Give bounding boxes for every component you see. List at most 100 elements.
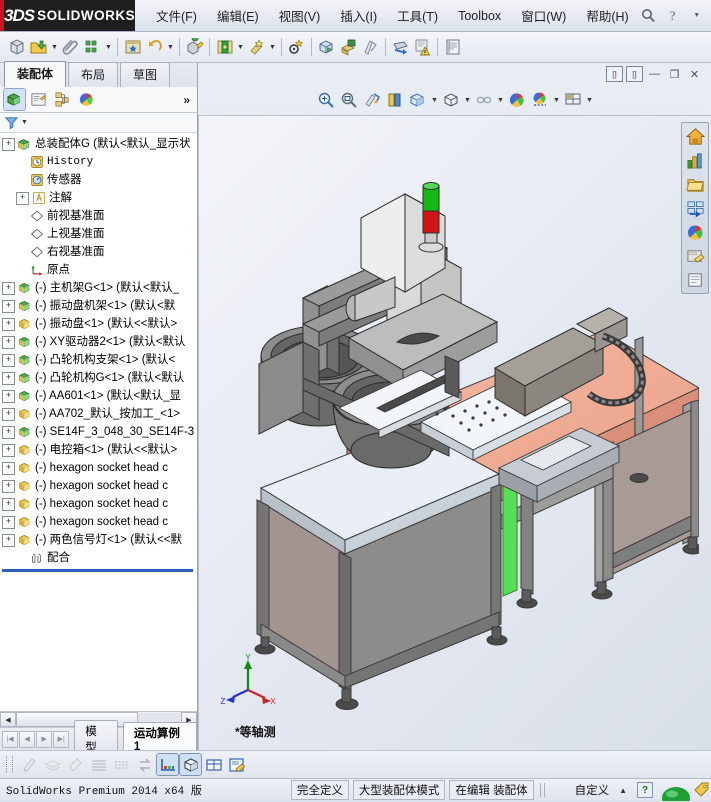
tree-item[interactable]: + (-) hexagon socket head c bbox=[0, 459, 197, 477]
smart-fasteners-icon[interactable] bbox=[286, 37, 307, 58]
open-document-icon[interactable] bbox=[28, 37, 49, 58]
tree-item[interactable]: + (-) 电控箱<1> (默认<<默认> bbox=[0, 441, 197, 459]
menu-file[interactable]: 文件(F) bbox=[147, 2, 206, 29]
layers-icon[interactable] bbox=[42, 754, 63, 775]
view-palette-icon[interactable] bbox=[684, 221, 706, 243]
expand-toggle[interactable]: + bbox=[16, 191, 29, 205]
view-orientation-caret[interactable]: ▼ bbox=[430, 90, 439, 110]
tree-item[interactable]: + (-) hexagon socket head c bbox=[0, 495, 197, 513]
expand-toggle[interactable]: + bbox=[2, 461, 15, 475]
display-style-caret[interactable]: ▼ bbox=[463, 90, 472, 110]
status-up-arrow-icon[interactable]: ▲ bbox=[619, 786, 627, 795]
graphics-viewport[interactable]: Y X Z *等轴测 bbox=[198, 115, 711, 750]
tab-layout[interactable]: 布局 bbox=[68, 62, 119, 87]
status-customize[interactable]: 自定义 bbox=[575, 782, 610, 798]
tree-root-assembly[interactable]: + 总装配体G (默认<默认_显示状 bbox=[0, 135, 197, 153]
insert-component-icon[interactable] bbox=[214, 37, 235, 58]
open-document-caret[interactable]: ▼ bbox=[50, 37, 59, 57]
bom-icon[interactable] bbox=[442, 37, 463, 58]
filter-icon[interactable] bbox=[5, 116, 18, 129]
view-settings-caret[interactable]: ▼ bbox=[552, 90, 561, 110]
tree-item[interactable]: + (-) AA601<1> (默认<默认_显 bbox=[0, 387, 197, 405]
search-icon[interactable] bbox=[638, 5, 660, 27]
tree-item[interactable]: + (-) 主机架G<1> (默认<默认_ bbox=[0, 279, 197, 297]
expand-toggle[interactable]: + bbox=[2, 425, 15, 439]
expand-toggle[interactable]: + bbox=[2, 515, 15, 529]
restore-window-icon[interactable]: ❐ bbox=[666, 67, 683, 82]
tree-item[interactable]: + (-) SE14F_3_048_30_SE14F-3 bbox=[0, 423, 197, 441]
hide-show-caret[interactable]: ▼ bbox=[496, 90, 505, 110]
rebuild-icon[interactable] bbox=[82, 37, 103, 58]
tree-item[interactable]: History bbox=[0, 153, 197, 171]
tab-assembly[interactable]: 装配体 bbox=[4, 61, 67, 87]
restore-doc2-icon[interactable]: [] bbox=[626, 66, 643, 82]
appearances-scenes-icon[interactable] bbox=[684, 245, 706, 267]
tag-icon[interactable] bbox=[693, 781, 711, 799]
expand-toggle[interactable]: + bbox=[2, 137, 15, 151]
tree-item[interactable]: + (-) AA702_默认_按加工_<1> bbox=[0, 405, 197, 423]
rebuild-caret[interactable]: ▼ bbox=[104, 37, 113, 57]
tree-item[interactable]: 右视基准面 bbox=[0, 243, 197, 261]
zoom-to-fit-icon[interactable] bbox=[315, 89, 337, 111]
configuration-manager-icon[interactable] bbox=[52, 89, 73, 110]
feature-manager-tree-icon[interactable] bbox=[3, 88, 26, 111]
tree-item[interactable]: + 注解 bbox=[0, 189, 197, 207]
expand-toggle[interactable]: + bbox=[2, 317, 15, 331]
display-manager-icon[interactable] bbox=[76, 89, 97, 110]
solidworks-resources-icon[interactable] bbox=[684, 149, 706, 171]
view-orientation-icon[interactable] bbox=[407, 89, 429, 111]
section-view-icon[interactable] bbox=[384, 89, 406, 111]
tree-item[interactable]: 原点 bbox=[0, 261, 197, 279]
attach-paperclip-icon[interactable] bbox=[60, 37, 81, 58]
edit-component-icon[interactable] bbox=[184, 37, 205, 58]
expand-toggle[interactable]: + bbox=[2, 353, 15, 367]
next-record-icon[interactable]: ▶ bbox=[36, 730, 53, 748]
viewport-icon[interactable] bbox=[562, 89, 584, 111]
custom-properties-icon[interactable] bbox=[684, 269, 706, 291]
tree-item[interactable]: 传感器 bbox=[0, 171, 197, 189]
tree-item[interactable]: + (-) 两色信号灯<1> (默认<<默 bbox=[0, 531, 197, 549]
edit-sketch-icon[interactable] bbox=[19, 754, 40, 775]
view-settings-icon[interactable] bbox=[529, 89, 551, 111]
paint-icon[interactable] bbox=[65, 754, 86, 775]
tree-item[interactable]: + (-) 凸轮机构G<1> (默认<默认 bbox=[0, 369, 197, 387]
reference-geometry-icon[interactable] bbox=[360, 37, 381, 58]
hide-show-items-icon[interactable] bbox=[473, 89, 495, 111]
tree-item[interactable]: 上视基准面 bbox=[0, 225, 197, 243]
tab-sketch[interactable]: 草图 bbox=[120, 62, 171, 87]
expand-manager-chevron[interactable]: » bbox=[183, 93, 193, 107]
scroll-left-arrow[interactable]: ◀ bbox=[0, 712, 16, 727]
prev-record-icon[interactable]: ◀ bbox=[19, 730, 36, 748]
apply-scene-icon[interactable] bbox=[506, 89, 528, 111]
tree-item[interactable]: 前视基准面 bbox=[0, 207, 197, 225]
expand-toggle[interactable]: + bbox=[2, 335, 15, 349]
new-document-icon[interactable] bbox=[6, 37, 27, 58]
display-style-icon[interactable] bbox=[440, 89, 462, 111]
coordinate-display-icon[interactable] bbox=[156, 753, 179, 776]
hidden-lines-icon[interactable] bbox=[111, 754, 132, 775]
exploded-view-icon[interactable] bbox=[316, 37, 337, 58]
tree-item[interactable]: + (-) hexagon socket head c bbox=[0, 477, 197, 495]
options-star-icon[interactable] bbox=[122, 37, 143, 58]
menu-tools[interactable]: 工具(T) bbox=[388, 2, 447, 29]
expand-toggle[interactable]: + bbox=[2, 389, 15, 403]
toolbar-grip[interactable] bbox=[6, 756, 13, 773]
shaded-view-icon[interactable] bbox=[179, 753, 202, 776]
3d-model-assembly[interactable] bbox=[199, 116, 699, 716]
menu-edit[interactable]: 编辑(E) bbox=[208, 2, 268, 29]
viewport-caret[interactable]: ▼ bbox=[585, 90, 594, 110]
menu-insert[interactable]: 插入(I) bbox=[331, 2, 386, 29]
table-icon[interactable] bbox=[203, 754, 224, 775]
design-library-icon[interactable] bbox=[684, 173, 706, 195]
property-manager-icon[interactable] bbox=[28, 89, 49, 110]
interference-detection-icon[interactable] bbox=[412, 37, 433, 58]
undo-caret[interactable]: ▼ bbox=[166, 37, 175, 57]
toggle-direction-icon[interactable] bbox=[134, 754, 155, 775]
tree-item[interactable]: + (-) 振动盘机架<1> (默认<默 bbox=[0, 297, 197, 315]
status-help-badge[interactable]: ? bbox=[637, 782, 653, 798]
expand-toggle[interactable]: + bbox=[2, 443, 15, 457]
expand-toggle[interactable]: + bbox=[2, 371, 15, 385]
line-format-icon[interactable] bbox=[88, 754, 109, 775]
home-icon[interactable] bbox=[684, 125, 706, 147]
tree-item[interactable]: + (-) 凸轮机构支架<1> (默认< bbox=[0, 351, 197, 369]
